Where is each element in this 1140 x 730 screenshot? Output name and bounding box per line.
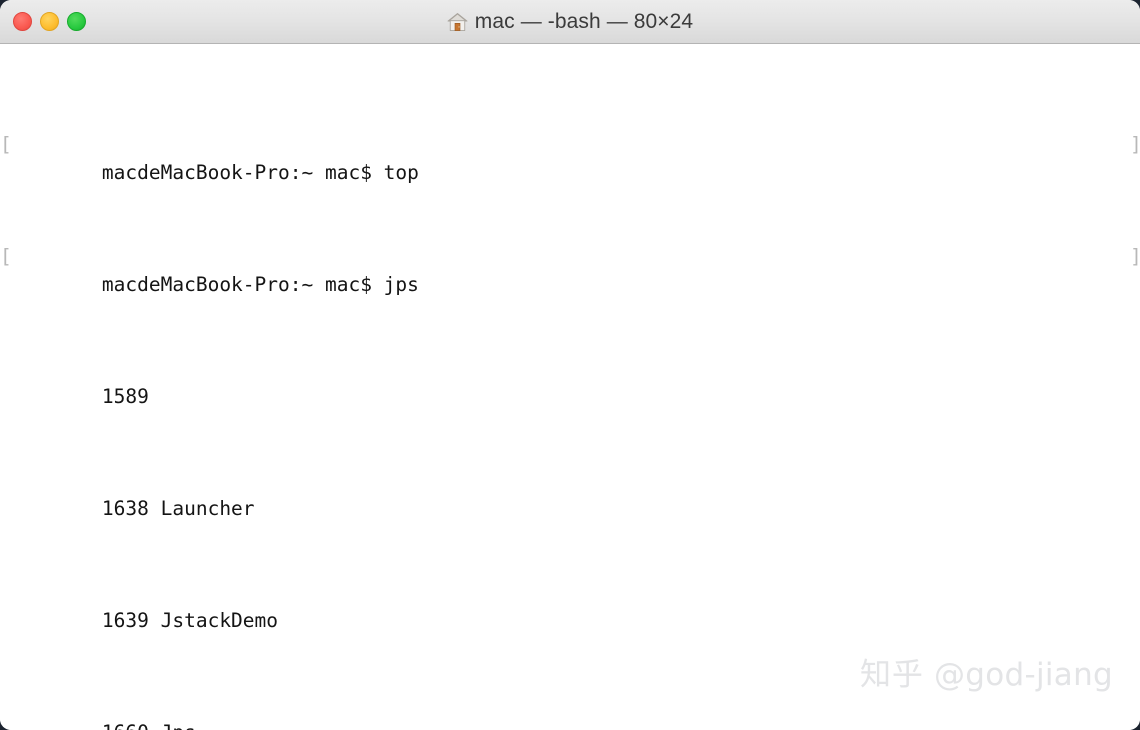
- terminal-body[interactable]: [ macdeMacBook-Pro:~ mac$ top] [ macdeMacB…: [0, 44, 1140, 730]
- terminal-line-text: 1660 Jps: [102, 721, 196, 730]
- house-icon: [447, 12, 468, 31]
- window-titlebar[interactable]: mac — -bash — 80×24: [0, 0, 1140, 44]
- terminal-output: [ macdeMacBook-Pro:~ mac$ top] [ macdeMacB…: [0, 47, 1140, 730]
- terminal-line: 1638 Launcher: [0, 467, 1140, 520]
- prompt-mark-close-icon: ]: [1130, 131, 1140, 159]
- window-title: mac — -bash — 80×24: [474, 9, 694, 33]
- terminal-line: 1660 Jps: [0, 691, 1140, 730]
- terminal-line-text: 1589: [101, 385, 149, 408]
- prompt-mark-open-icon: [: [0, 133, 12, 156]
- terminal-line: [ macdeMacBook-Pro:~ mac$ top]: [0, 131, 1140, 184]
- prompt-mark-close-icon: ]: [1130, 243, 1140, 271]
- prompt-mark-open-icon: [: [0, 245, 12, 268]
- terminal-line: 1639 JstackDemo: [0, 579, 1140, 632]
- terminal-line: 1589: [0, 355, 1140, 408]
- terminal-window: mac — -bash — 80×24 [ macdeMacBook-Pro:~ …: [0, 0, 1140, 730]
- terminal-line-text: 1639 JstackDemo: [101, 609, 279, 632]
- terminal-line-text: macdeMacBook-Pro:~ mac$ jps: [101, 273, 419, 296]
- terminal-line: [ macdeMacBook-Pro:~ mac$ jps]: [0, 243, 1140, 296]
- terminal-line-text: macdeMacBook-Pro:~ mac$ top: [101, 161, 419, 184]
- terminal-line-text: 1638 Launcher: [101, 497, 255, 520]
- window-title-group: mac — -bash — 80×24: [0, 0, 1140, 43]
